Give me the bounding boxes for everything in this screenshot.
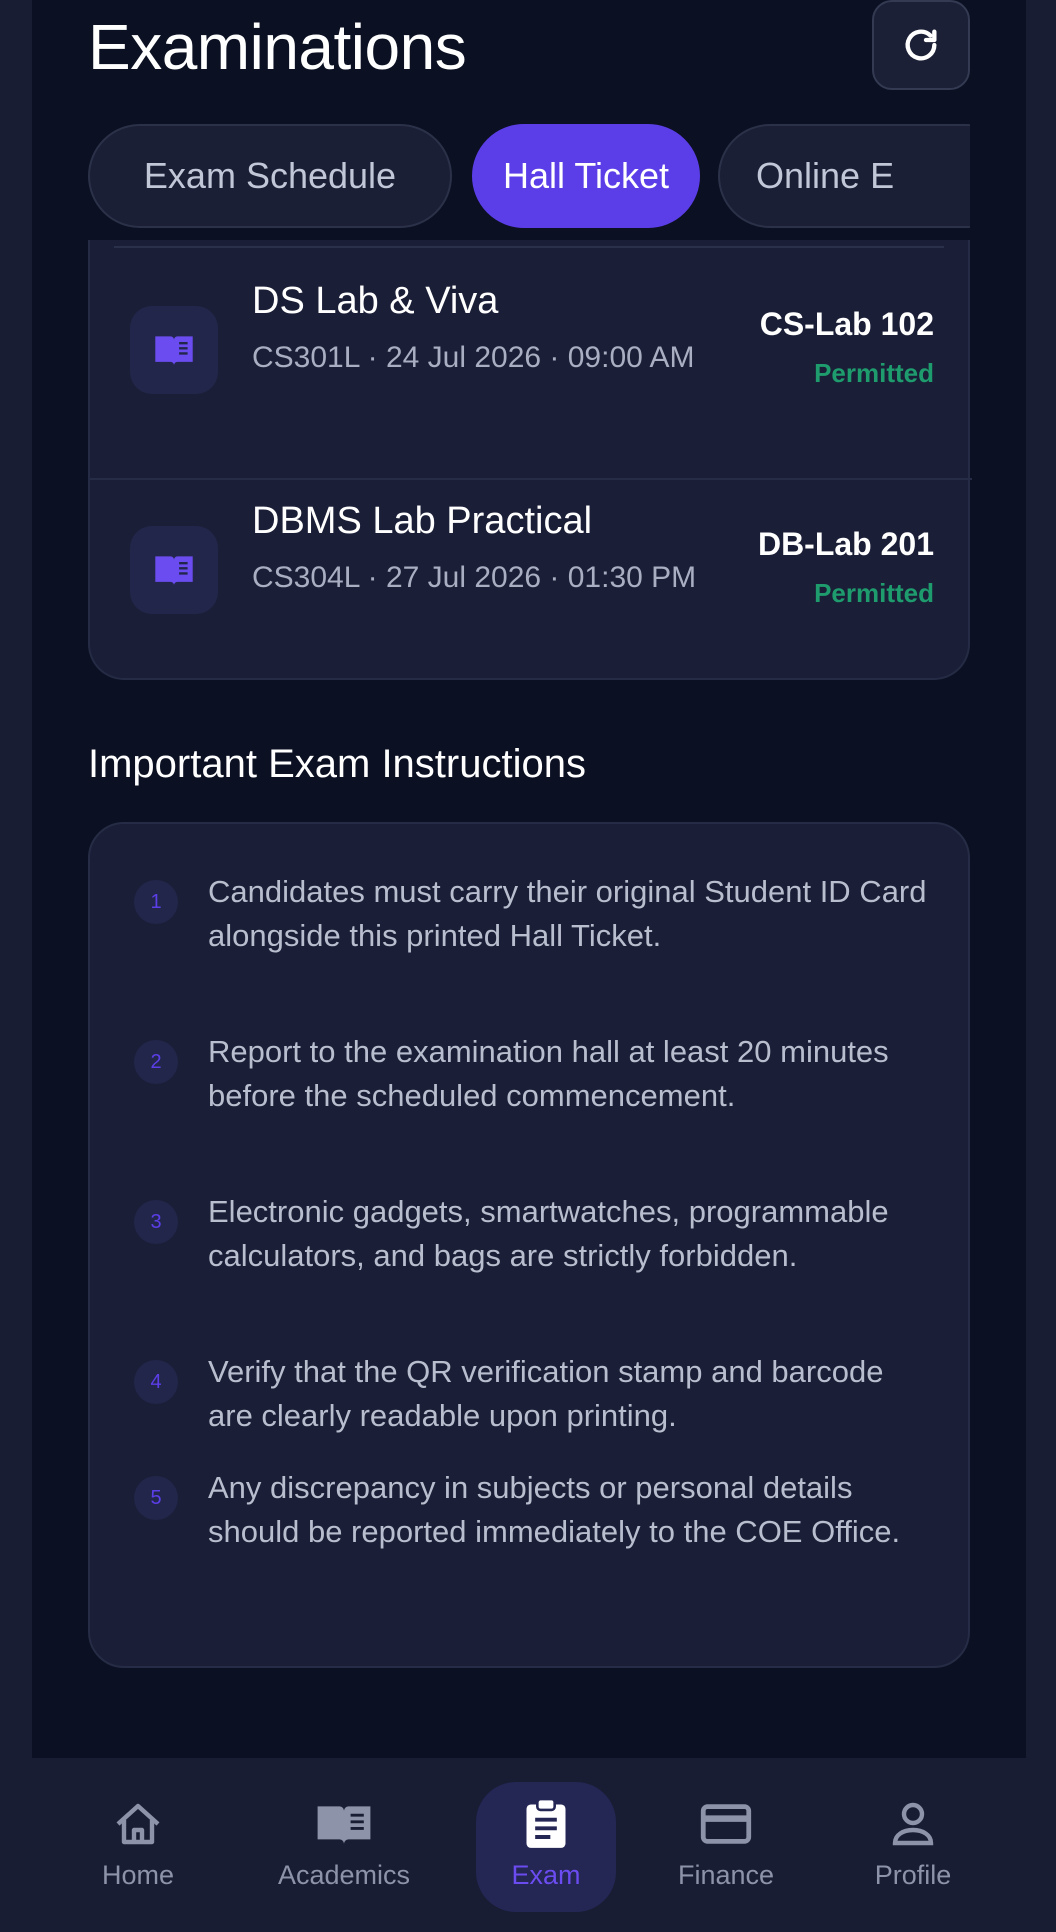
screen: Examinations Exam Schedule Hall Ticket O… xyxy=(32,0,1026,1758)
nav-profile[interactable]: Profile xyxy=(833,1782,993,1912)
nav-label: Profile xyxy=(874,1860,952,1890)
tab-exam-schedule[interactable]: Exam Schedule xyxy=(88,124,452,228)
bottom-nav: Home Academics Exam Finance Profile xyxy=(0,1758,1056,1932)
hall-ticket-exam-list: DS Lab & Viva CS301L · 24 Jul 2026 · 09:… xyxy=(88,240,972,680)
status-badge: Permitted xyxy=(814,358,934,388)
exam-room: DB-Lab 201 xyxy=(757,526,934,562)
card-icon xyxy=(700,1804,752,1844)
clipboard-icon xyxy=(526,1798,566,1848)
instruction-number: 3 xyxy=(134,1200,178,1244)
nav-label: Exam xyxy=(511,1860,581,1890)
instruction-number: 2 xyxy=(134,1040,178,1084)
book-icon xyxy=(155,336,193,366)
exam-icon-box xyxy=(130,526,218,614)
exam-meta: CS304L · 27 Jul 2026 · 01:30 PM xyxy=(252,561,697,594)
tab-hall-ticket[interactable]: Hall Ticket xyxy=(472,124,700,228)
nav-label: Academics xyxy=(277,1860,411,1890)
nav-exam[interactable]: Exam xyxy=(476,1782,616,1912)
instruction-text: Report to the examination hall at least … xyxy=(208,1034,889,1113)
exam-name: DBMS Lab Practical xyxy=(252,500,593,542)
instruction-number: 5 xyxy=(134,1476,178,1520)
tab-bar: Exam Schedule Hall Ticket Online E xyxy=(88,124,970,230)
instruction-number: 4 xyxy=(134,1360,178,1404)
book-icon xyxy=(317,1806,371,1844)
instructions-card: 1 Candidates must carry their original S… xyxy=(88,822,970,1668)
exam-icon-box xyxy=(130,306,218,394)
exam-meta: CS301L · 24 Jul 2026 · 09:00 AM xyxy=(252,341,695,374)
exam-room: CS-Lab 102 xyxy=(759,306,934,342)
nav-home[interactable]: Home xyxy=(58,1782,218,1912)
instructions-title: Important Exam Instructions xyxy=(88,742,586,786)
nav-label: Finance xyxy=(677,1860,775,1890)
refresh-icon xyxy=(905,29,937,61)
tab-online-exam[interactable]: Online E xyxy=(718,124,970,228)
nav-academics[interactable]: Academics xyxy=(264,1782,424,1912)
home-icon xyxy=(116,1803,160,1845)
app-frame: Examinations Exam Schedule Hall Ticket O… xyxy=(0,0,1056,1932)
exam-name: DS Lab & Viva xyxy=(252,280,499,322)
nav-finance[interactable]: Finance xyxy=(646,1782,806,1912)
user-icon xyxy=(892,1802,934,1846)
instruction-text: Electronic gadgets, smartwatches, progra… xyxy=(208,1194,889,1273)
instruction-text: Verify that the QR verification stamp an… xyxy=(208,1354,884,1433)
page-title: Examinations xyxy=(88,11,467,83)
instruction-number: 1 xyxy=(134,880,178,924)
nav-label: Home xyxy=(101,1860,175,1890)
refresh-button[interactable] xyxy=(872,0,970,90)
exam-row: DS Lab & Viva CS301L · 24 Jul 2026 · 09:… xyxy=(90,260,972,476)
exam-row: DBMS Lab Practical CS304L · 27 Jul 2026 … xyxy=(90,478,972,694)
instruction-text: Candidates must carry their original Stu… xyxy=(208,874,927,953)
instruction-text: Any discrepancy in subjects or personal … xyxy=(208,1470,901,1549)
book-icon xyxy=(155,556,193,586)
status-badge: Permitted xyxy=(814,578,934,608)
